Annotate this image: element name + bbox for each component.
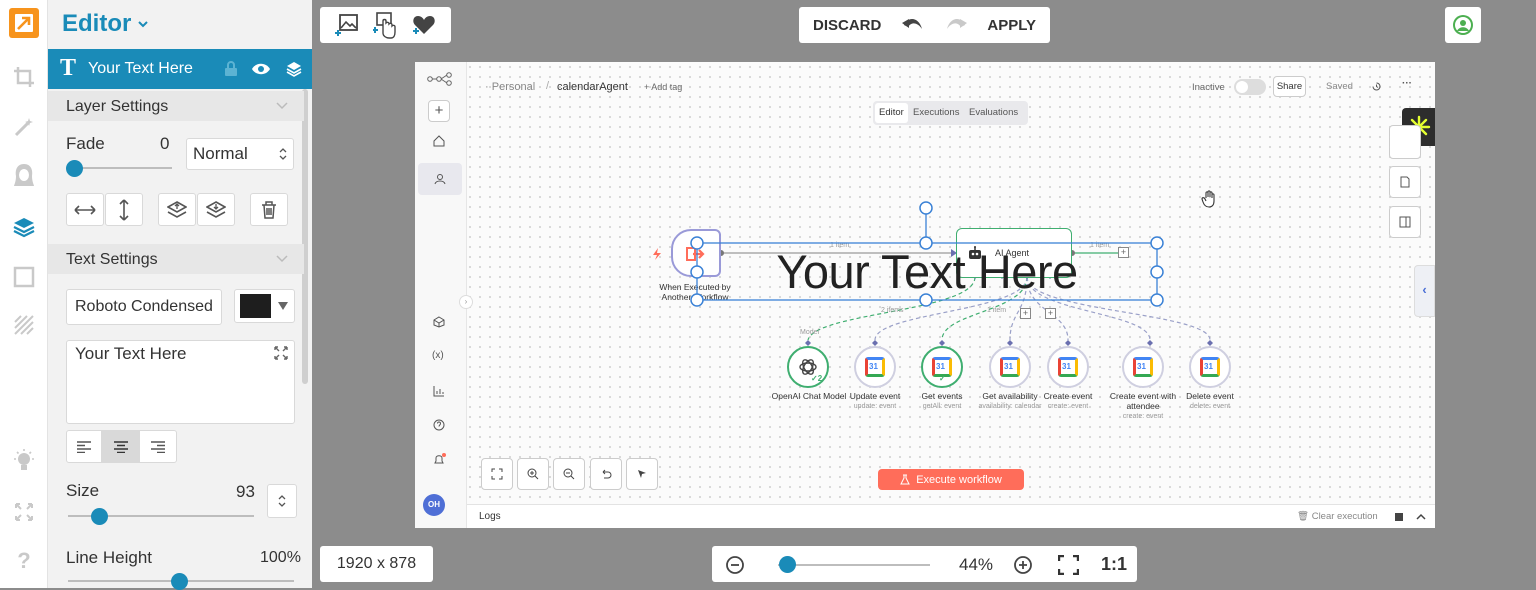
actual-size-button[interactable]: 1:1	[1101, 554, 1127, 575]
fullscreen-icon[interactable]	[9, 497, 39, 527]
text-layer-icon: T	[60, 55, 77, 81]
help-icon[interactable]: ?	[9, 546, 39, 576]
blend-mode-select[interactable]: Normal	[186, 138, 294, 170]
delete-layer-button[interactable]	[250, 193, 288, 226]
line-height-label: Line Height	[66, 548, 153, 567]
line-height-slider-knob[interactable]	[171, 573, 188, 590]
lightbulb-icon[interactable]	[9, 446, 39, 476]
add-text-pointer-icon[interactable]	[373, 11, 397, 39]
size-slider-knob[interactable]	[91, 508, 108, 525]
layer-name: Your Text Here	[88, 60, 193, 77]
discard-button[interactable]: DISCARD	[813, 17, 881, 34]
dimensions-label: 1920 x 878	[336, 555, 417, 572]
zoom-toolbar: 44% 1:1	[712, 546, 1137, 582]
fade-label: Fade	[66, 134, 105, 153]
zoom-slider-knob[interactable]	[779, 556, 796, 573]
add-sticker-heart-icon[interactable]	[412, 14, 436, 36]
align-right-icon	[151, 440, 165, 453]
trash-icon	[262, 200, 276, 219]
zoom-slider-track[interactable]	[778, 564, 930, 566]
fade-slider-track[interactable]	[68, 167, 172, 169]
blend-mode-value: Normal	[193, 144, 248, 163]
user-avatar-icon	[1453, 15, 1473, 35]
stepper-arrows-icon	[278, 495, 286, 507]
canvas-dimensions: 1920 x 878	[320, 546, 433, 582]
panel-scrollbar[interactable]	[302, 89, 308, 384]
chevron-down-icon	[276, 255, 288, 263]
texture-icon[interactable]	[9, 310, 39, 340]
size-stepper[interactable]	[267, 484, 297, 518]
text-content-input[interactable]: Your Text Here	[66, 340, 295, 424]
chevron-down-icon	[276, 102, 288, 110]
align-left-icon	[77, 440, 91, 453]
color-swatch	[240, 294, 271, 318]
flip-vertical-button[interactable]	[105, 193, 143, 226]
layer-settings-title: Layer Settings	[66, 98, 169, 115]
portrait-icon[interactable]	[9, 160, 39, 190]
font-family-value: Roboto Condensed	[75, 298, 213, 315]
text-layer-overlay[interactable]: Your Text Here	[697, 243, 1157, 300]
align-center-button[interactable]	[102, 430, 139, 463]
history-toolbar: DISCARD APPLY	[799, 7, 1050, 43]
text-content-value: Your Text Here	[75, 344, 187, 363]
text-settings-title: Text Settings	[66, 251, 158, 268]
layer-settings-header[interactable]: Layer Settings	[48, 91, 304, 121]
zoom-out-icon[interactable]	[726, 556, 744, 574]
caret-down-icon	[278, 302, 288, 310]
align-center-icon	[113, 440, 128, 453]
add-toolbar	[320, 7, 451, 43]
eye-icon[interactable]	[251, 62, 271, 76]
line-height-value: 100%	[260, 549, 301, 566]
lock-icon[interactable]	[224, 61, 238, 77]
send-backward-button[interactable]	[197, 193, 235, 226]
bring-forward-button[interactable]	[158, 193, 196, 226]
layers-icon[interactable]	[9, 212, 39, 242]
apply-button[interactable]: APPLY	[987, 17, 1036, 34]
size-label: Size	[66, 481, 100, 500]
text-color-picker[interactable]	[234, 289, 295, 323]
image-canvas[interactable]: + (x) OH › · Personal / calendarAgent + …	[415, 62, 1435, 528]
crop-icon[interactable]	[9, 62, 39, 92]
zoom-percentage: 44%	[959, 555, 994, 574]
font-family-select[interactable]: Roboto Condensed	[66, 289, 222, 325]
add-image-icon[interactable]	[335, 13, 359, 37]
app-logo-icon[interactable]	[9, 8, 39, 38]
magic-wand-icon[interactable]	[9, 112, 39, 142]
chevron-down-icon	[138, 21, 149, 28]
frame-icon[interactable]	[9, 262, 39, 292]
align-right-button[interactable]	[139, 430, 177, 463]
editor-title: Editor	[62, 10, 132, 37]
editor-panel: Editor T Your Text Here Layer Settings F…	[48, 0, 312, 590]
expand-icon[interactable]	[274, 346, 288, 360]
redo-icon[interactable]	[945, 17, 967, 33]
editor-dropdown[interactable]: Editor	[62, 10, 149, 38]
select-arrows-icon	[279, 148, 287, 160]
align-left-button[interactable]	[66, 430, 102, 463]
fade-slider-knob[interactable]	[66, 160, 83, 177]
fit-screen-icon[interactable]	[1058, 555, 1079, 575]
text-settings-header[interactable]: Text Settings	[48, 244, 304, 274]
account-button[interactable]	[1445, 7, 1481, 43]
undo-icon[interactable]	[902, 17, 924, 33]
fade-value: 0	[160, 134, 170, 153]
flip-horizontal-button[interactable]	[66, 193, 104, 226]
size-value: 93	[236, 482, 255, 501]
active-layer-row[interactable]: T Your Text Here	[48, 49, 312, 89]
zoom-in-icon[interactable]	[1014, 556, 1032, 574]
tool-rail: ?	[0, 0, 48, 588]
layer-stack-icon[interactable]	[286, 61, 302, 77]
